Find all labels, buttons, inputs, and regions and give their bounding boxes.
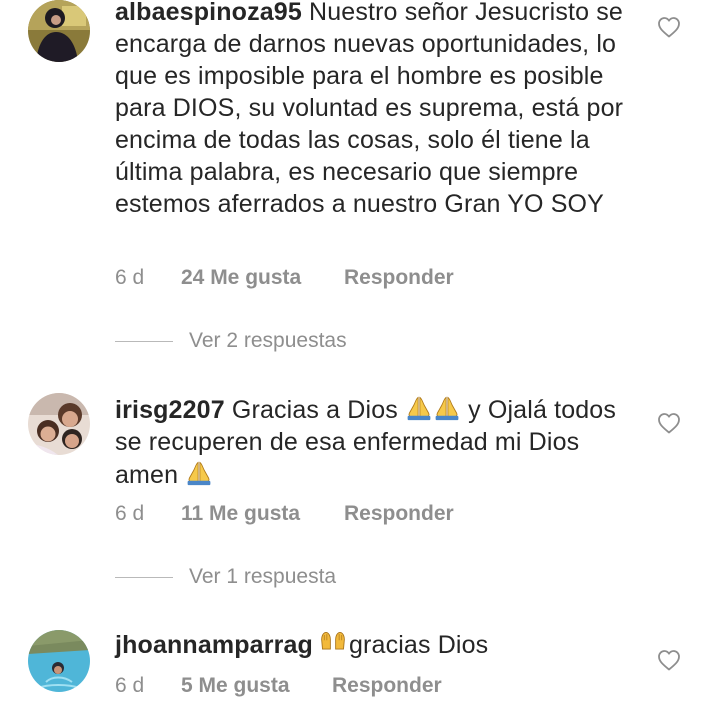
folded-hands-emoji-icon: [185, 458, 213, 486]
comment-username[interactable]: jhoannamparrag: [115, 631, 313, 659]
comment-body-start: Gracias a Dios: [231, 396, 398, 424]
view-replies-label: Ver 2 respuestas: [189, 329, 347, 352]
likes-count[interactable]: 11 Me gusta: [181, 501, 300, 527]
avatar[interactable]: [28, 0, 90, 62]
comment-text: irisg2207 Gracias a Dios y Ojalá todos s…: [115, 393, 635, 491]
divider: [115, 577, 173, 578]
folded-hands-emoji-icon: [405, 393, 433, 421]
avatar[interactable]: [28, 630, 90, 692]
comment-time: 6 d: [115, 266, 145, 289]
comment-text: jhoannamparrag gracias Dios: [115, 628, 635, 661]
view-replies-label: Ver 1 respuesta: [189, 565, 337, 588]
comment-username[interactable]: irisg2207: [115, 396, 225, 424]
comment-body: gracias Dios: [348, 631, 489, 659]
reply-button[interactable]: Responder: [332, 673, 442, 699]
comment-time: 6 d: [115, 674, 145, 697]
folded-hands-emoji-icon: [433, 393, 461, 421]
divider: [115, 341, 173, 342]
reply-button[interactable]: Responder: [344, 501, 454, 527]
comment-body: Nuestro señor Jesucristo se encarga de d…: [115, 0, 624, 218]
avatar[interactable]: [28, 393, 90, 455]
comment-username[interactable]: albaespinoza95: [115, 0, 302, 26]
reply-button[interactable]: Responder: [344, 265, 454, 291]
raising-hands-emoji-icon: [317, 628, 349, 656]
comment-time: 6 d: [115, 502, 145, 525]
comment-text: albaespinoza95 Nuestro señor Jesucristo …: [115, 0, 635, 220]
heart-outline-icon[interactable]: [657, 16, 681, 38]
heart-outline-icon[interactable]: [657, 412, 681, 434]
heart-outline-icon[interactable]: [657, 649, 681, 671]
likes-count[interactable]: 5 Me gusta: [181, 673, 290, 699]
likes-count[interactable]: 24 Me gusta: [181, 265, 301, 291]
